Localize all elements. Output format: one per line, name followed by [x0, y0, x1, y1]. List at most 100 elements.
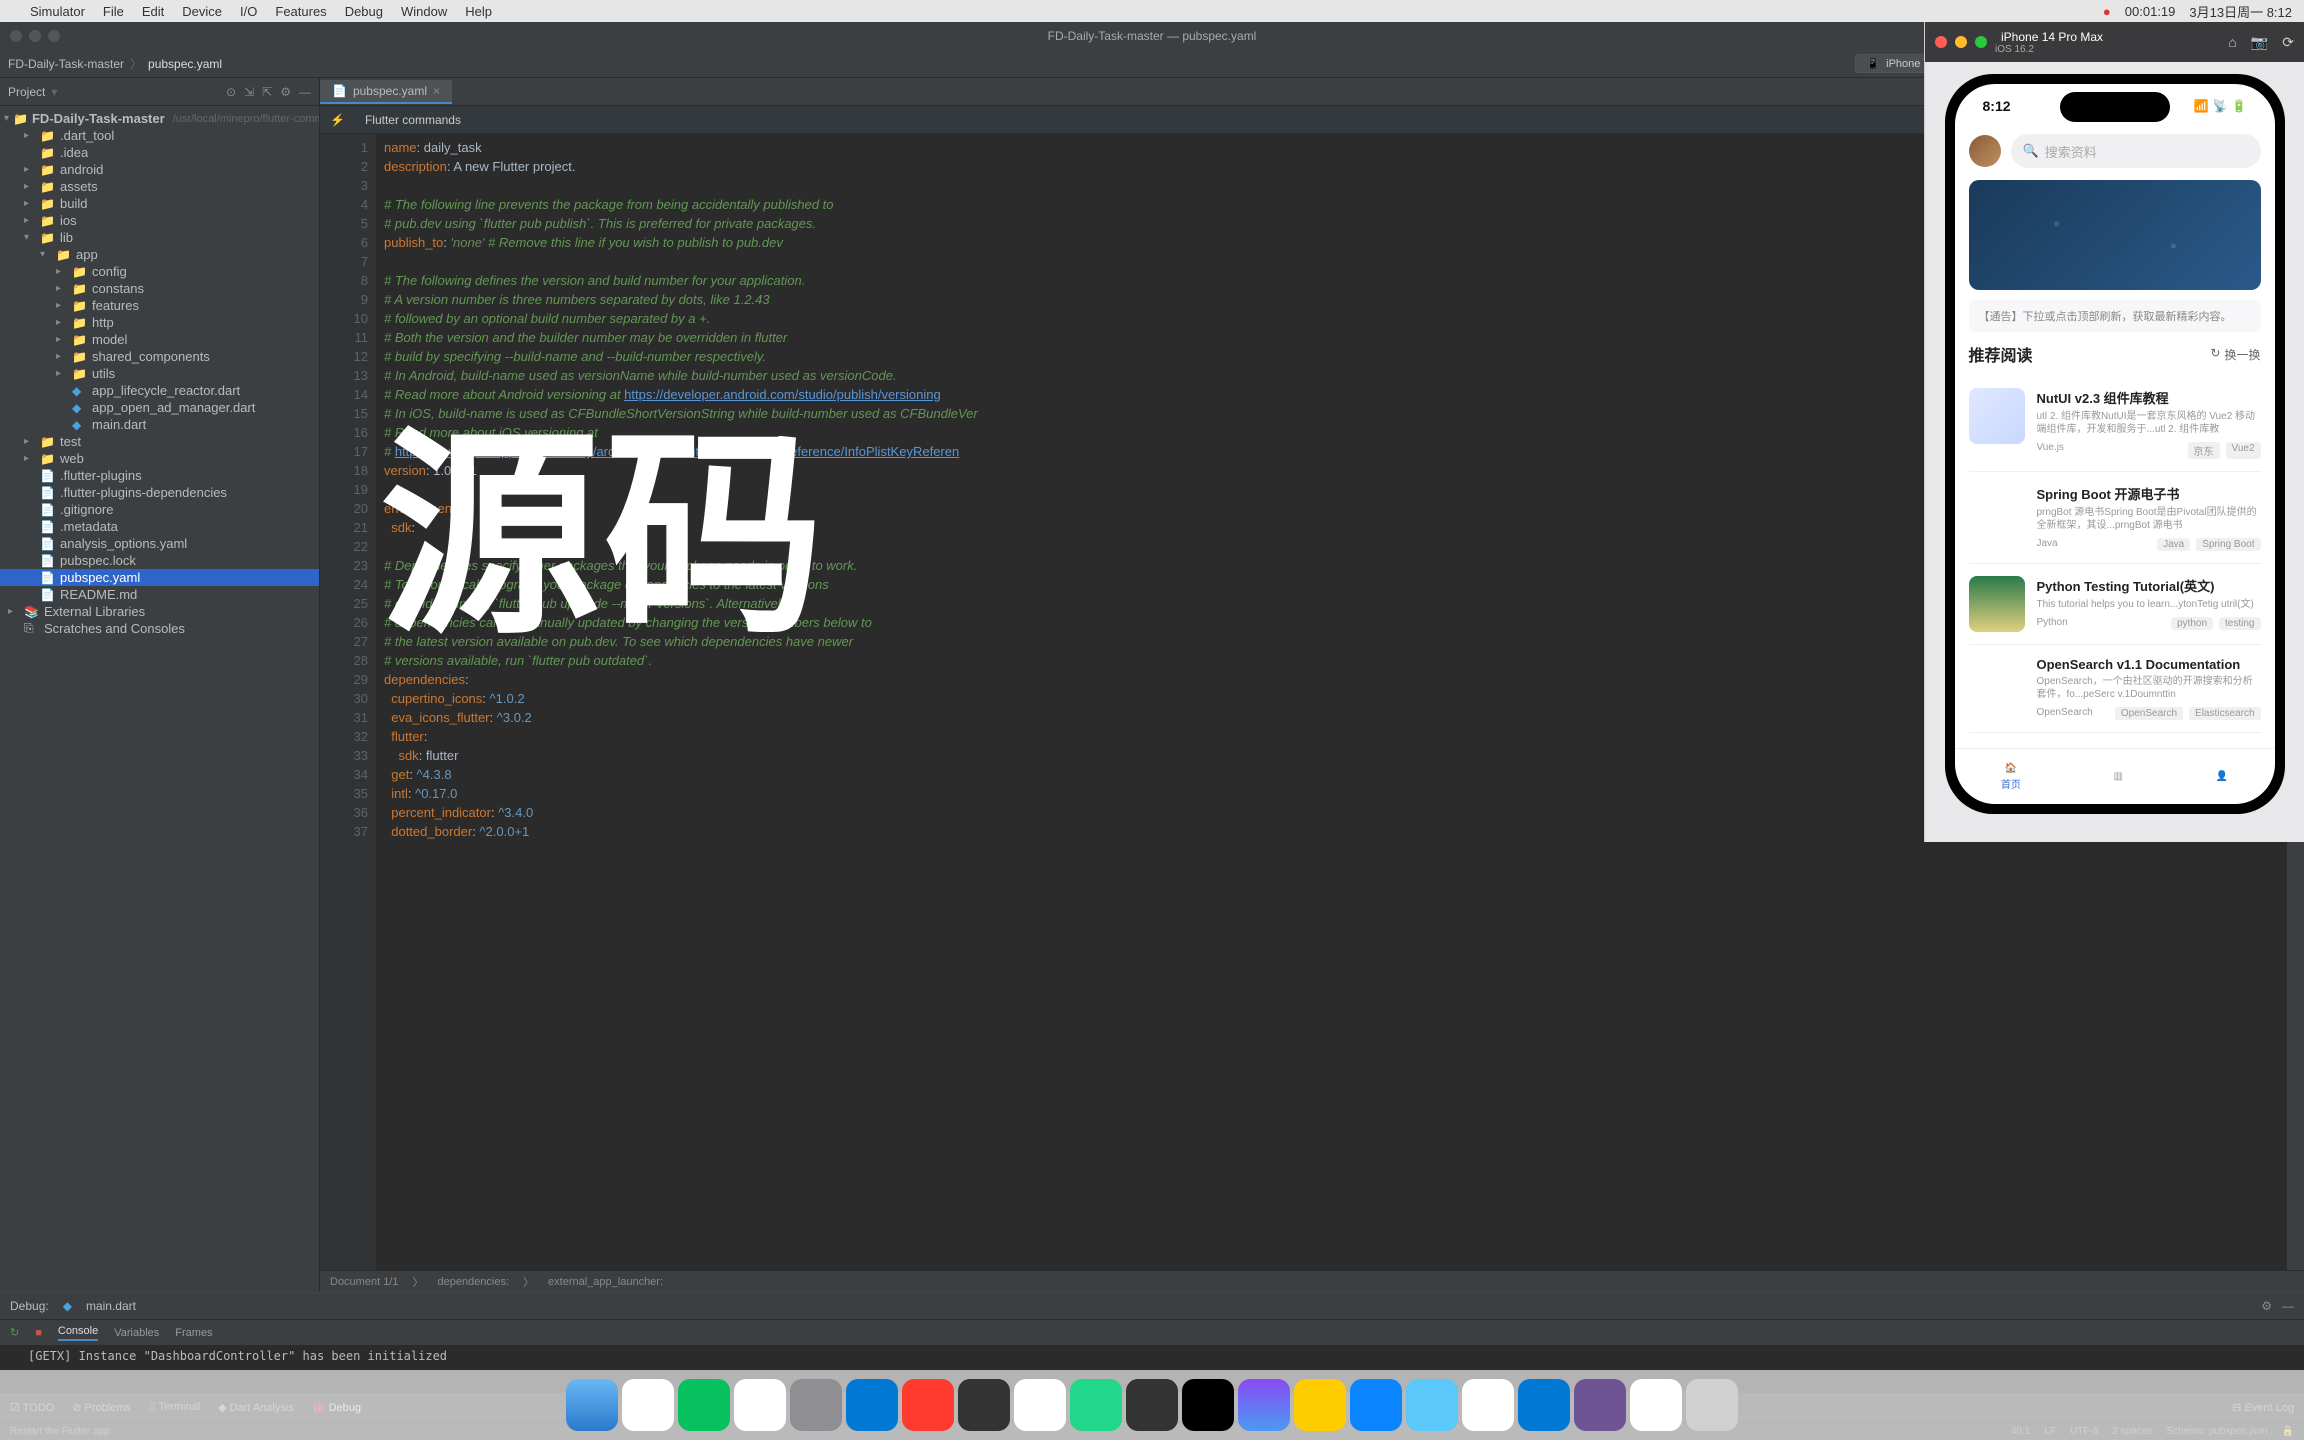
dock-app4[interactable]: [1406, 1379, 1458, 1431]
console-tab[interactable]: Console: [58, 1325, 98, 1341]
dock-textedit[interactable]: [1014, 1379, 1066, 1431]
dock-xcode[interactable]: [1238, 1379, 1290, 1431]
gear-icon[interactable]: ⚙: [280, 85, 291, 99]
tree-item[interactable]: ▸📁web: [0, 450, 319, 467]
tree-item[interactable]: ▸📁build: [0, 195, 319, 212]
screenshot-icon[interactable]: 📷: [2251, 34, 2268, 51]
tree-item[interactable]: ▸📚External Libraries: [0, 603, 319, 620]
tree-item[interactable]: 📁.idea: [0, 144, 319, 161]
tree-item[interactable]: ▸📁test: [0, 433, 319, 450]
dock-settings[interactable]: [790, 1379, 842, 1431]
stop-icon[interactable]: ■: [35, 1327, 42, 1339]
tree-item[interactable]: 📄pubspec.lock: [0, 552, 319, 569]
tree-item[interactable]: 📄.gitignore: [0, 501, 319, 518]
dock-app[interactable]: [902, 1379, 954, 1431]
tree-item[interactable]: ▸📁ios: [0, 212, 319, 229]
tree-item[interactable]: ▸📁assets: [0, 178, 319, 195]
menu-item[interactable]: Window: [401, 4, 447, 19]
minimize-icon[interactable]: [1955, 36, 1967, 48]
tree-item[interactable]: ◆app_lifecycle_reactor.dart: [0, 382, 319, 399]
search-input[interactable]: 🔍 搜索资料: [2011, 134, 2261, 168]
project-title[interactable]: Project: [8, 85, 45, 99]
dock-app3[interactable]: [1350, 1379, 1402, 1431]
maximize-icon[interactable]: [48, 30, 60, 42]
dock-launchpad[interactable]: [622, 1379, 674, 1431]
tree-item[interactable]: ▸📁features: [0, 297, 319, 314]
dock-app5[interactable]: [1462, 1379, 1514, 1431]
tree-item[interactable]: ◆app_open_ad_manager.dart: [0, 399, 319, 416]
target-icon[interactable]: ⊙: [226, 85, 236, 99]
menu-item[interactable]: Features: [275, 4, 326, 19]
breadcrumb-root[interactable]: FD-Daily-Task-master: [8, 57, 124, 71]
avatar[interactable]: [1969, 135, 2001, 167]
minimize-icon[interactable]: [29, 30, 41, 42]
dock-app8[interactable]: [1630, 1379, 1682, 1431]
tree-item[interactable]: 📄.metadata: [0, 518, 319, 535]
rec-icon[interactable]: ●: [2103, 4, 2111, 19]
expand-icon[interactable]: ⇲: [244, 85, 254, 99]
tree-item[interactable]: 📄.flutter-plugins-dependencies: [0, 484, 319, 501]
tree-item[interactable]: 📄analysis_options.yaml: [0, 535, 319, 552]
editor-tab[interactable]: 📄pubspec.yaml×: [320, 80, 452, 104]
tree-item[interactable]: ▾📁app: [0, 246, 319, 263]
hero-banner[interactable]: [1969, 180, 2261, 290]
tree-item[interactable]: ▾📁lib: [0, 229, 319, 246]
dock-app6[interactable]: [1518, 1379, 1570, 1431]
frames-tab[interactable]: Frames: [175, 1327, 212, 1339]
collapse-icon[interactable]: ⇱: [262, 85, 272, 99]
tree-item[interactable]: ▸📁shared_components: [0, 348, 319, 365]
tree-item[interactable]: ◆main.dart: [0, 416, 319, 433]
tree-item[interactable]: ▸📁model: [0, 331, 319, 348]
tree-item[interactable]: 📄README.md: [0, 586, 319, 603]
article-card[interactable]: NutUI v2.3 组件库教程utl 2. 组件库教NutUI是一套京东风格的…: [1969, 376, 2261, 472]
dock-intellij[interactable]: [1182, 1379, 1234, 1431]
notice-bar[interactable]: 【通告】下拉或点击顶部刷新，获取最新精彩内容。: [1969, 300, 2261, 332]
dock-finder[interactable]: [566, 1379, 618, 1431]
menu-item[interactable]: Debug: [345, 4, 383, 19]
tree-item[interactable]: 📄pubspec.yaml: [0, 569, 319, 586]
dock-vscode[interactable]: [846, 1379, 898, 1431]
rerun-icon[interactable]: ↻: [10, 1326, 19, 1339]
home-icon[interactable]: ⌂: [2228, 34, 2236, 51]
menu-item[interactable]: File: [103, 4, 124, 19]
hide-icon[interactable]: —: [2282, 1299, 2294, 1313]
menu-item[interactable]: Device: [182, 4, 222, 19]
tree-item[interactable]: ▸📁constans: [0, 280, 319, 297]
rotate-icon[interactable]: ⟳: [2282, 34, 2294, 51]
article-card[interactable]: OpenSearch v1.1 DocumentationOpenSearch，…: [1969, 645, 2261, 733]
menu-item[interactable]: Edit: [142, 4, 164, 19]
menu-item[interactable]: Help: [465, 4, 492, 19]
dock-pycharm[interactable]: [1070, 1379, 1122, 1431]
gear-icon[interactable]: ⚙: [2261, 1299, 2272, 1313]
dock-terminal[interactable]: [958, 1379, 1010, 1431]
breadcrumb-file[interactable]: pubspec.yaml: [148, 57, 222, 71]
dock-app7[interactable]: [1574, 1379, 1626, 1431]
tree-item[interactable]: ▸📁http: [0, 314, 319, 331]
maximize-icon[interactable]: [1975, 36, 1987, 48]
dock-chrome[interactable]: [734, 1379, 786, 1431]
dock-trash[interactable]: [1686, 1379, 1738, 1431]
menu-item[interactable]: Simulator: [30, 4, 85, 19]
macos-dock[interactable]: [0, 1370, 2304, 1440]
file-tree[interactable]: ▾ 📁 FD-Daily-Task-master /usr/local/mine…: [0, 106, 319, 1292]
nav-home[interactable]: 🏠首页: [2001, 763, 2021, 791]
refresh-button[interactable]: ↻换一换: [2210, 346, 2260, 363]
dock-app2[interactable]: [1294, 1379, 1346, 1431]
tree-item[interactable]: ⎘Scratches and Consoles: [0, 620, 319, 637]
phone-screen[interactable]: 8:12 📶📡🔋 🔍 搜索资料 【通告】下拉或点击顶部刷新，获取最新精彩内容。: [1955, 84, 2275, 804]
tree-item[interactable]: ▸📁config: [0, 263, 319, 280]
tree-item[interactable]: ▸📁utils: [0, 365, 319, 382]
tree-item[interactable]: 📄.flutter-plugins: [0, 467, 319, 484]
menu-item[interactable]: I/O: [240, 4, 257, 19]
tree-item[interactable]: ▸📁android: [0, 161, 319, 178]
nav-books[interactable]: ▥: [2114, 771, 2123, 782]
variables-tab[interactable]: Variables: [114, 1327, 159, 1339]
nav-profile[interactable]: 👤: [2216, 771, 2228, 782]
dock-wechat[interactable]: [678, 1379, 730, 1431]
close-icon[interactable]: [1935, 36, 1947, 48]
close-icon[interactable]: [10, 30, 22, 42]
article-card[interactable]: Python Testing Tutorial(英文)This tutorial…: [1969, 564, 2261, 645]
dock-iterm[interactable]: [1126, 1379, 1178, 1431]
debug-file[interactable]: main.dart: [86, 1299, 136, 1313]
project-root[interactable]: FD-Daily-Task-master: [32, 111, 165, 126]
